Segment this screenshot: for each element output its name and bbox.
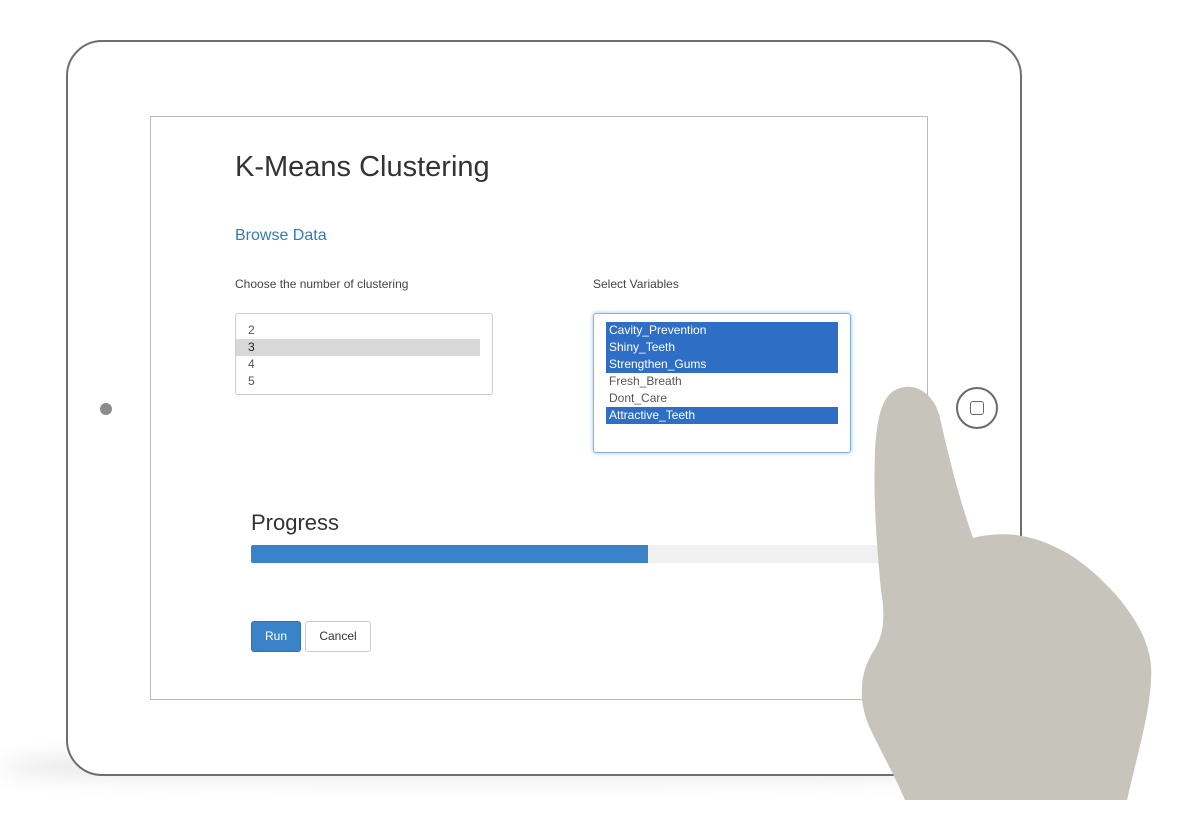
variable-option[interactable]: Strengthen_Gums (606, 356, 838, 373)
select-variables-label: Select Variables (593, 277, 679, 291)
browse-data-link[interactable]: Browse Data (235, 227, 327, 245)
cluster-option[interactable]: 5 (236, 373, 480, 390)
hand-shape (861, 386, 1152, 800)
cluster-option[interactable]: 4 (236, 356, 480, 373)
variable-option[interactable]: Cavity_Prevention (606, 322, 838, 339)
run-button[interactable]: Run (251, 621, 301, 652)
cluster-option[interactable]: 2 (236, 322, 480, 339)
camera-dot-icon (100, 403, 112, 415)
progress-bar-fill (251, 545, 648, 563)
progress-bar (251, 545, 891, 563)
pointing-hand-icon (861, 386, 1152, 800)
cluster-count-label: Choose the number of clustering (235, 277, 409, 291)
cluster-count-listbox[interactable]: 2 3 4 5 (235, 313, 493, 395)
variable-option[interactable]: Shiny_Teeth (606, 339, 838, 356)
variable-option[interactable]: Dont_Care (606, 390, 838, 407)
progress-title: Progress (251, 510, 340, 535)
app-screen: K-Means Clustering Browse Data Choose th… (150, 116, 928, 700)
cancel-button[interactable]: Cancel (305, 621, 371, 652)
variables-listbox[interactable]: Cavity_Prevention Shiny_Teeth Strengthen… (593, 313, 851, 453)
cluster-option[interactable]: 3 (236, 339, 480, 356)
variable-option[interactable]: Fresh_Breath (606, 373, 838, 390)
stage: K-Means Clustering Browse Data Choose th… (0, 0, 1200, 836)
variable-option[interactable]: Attractive_Teeth (606, 407, 838, 424)
page-title: K-Means Clustering (235, 151, 490, 183)
